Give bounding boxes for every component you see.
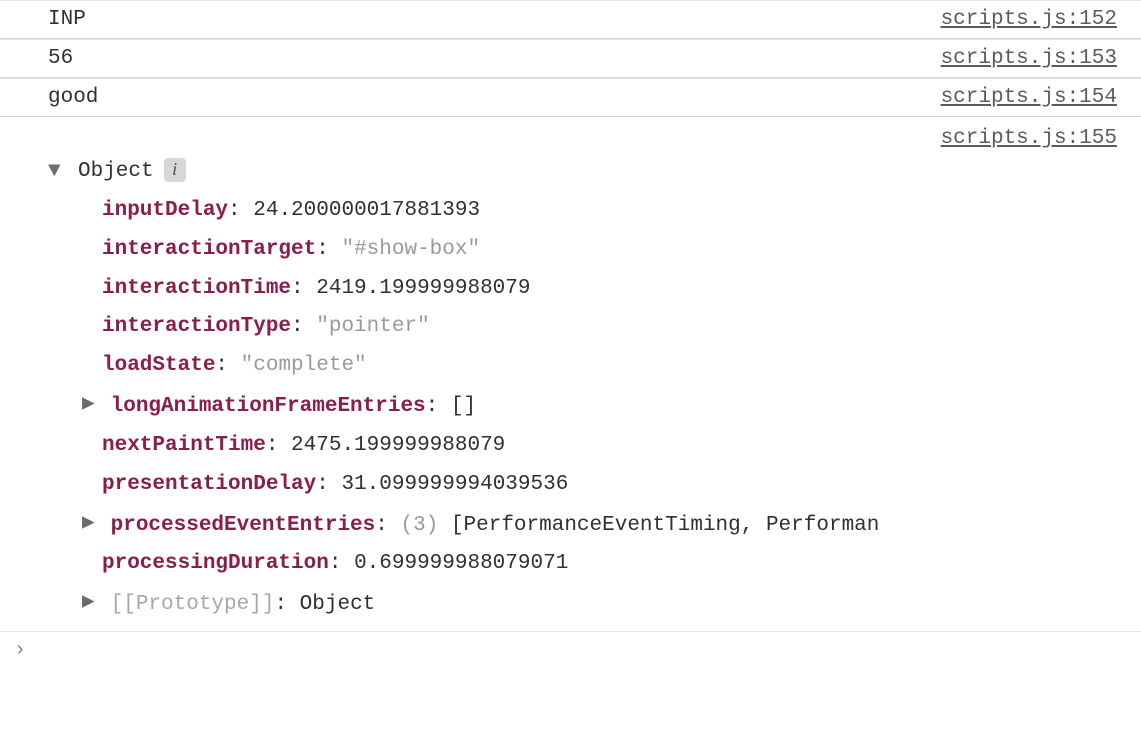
- log-text: good: [48, 86, 98, 109]
- console-row: good scripts.js:154: [0, 78, 1141, 117]
- prop-row[interactable]: nextPaintTime: 2475.199999988079: [102, 427, 1117, 466]
- info-icon[interactable]: i: [164, 158, 186, 182]
- console-row: 56 scripts.js:153: [0, 39, 1141, 78]
- object-label[interactable]: Object: [78, 153, 154, 192]
- prop-row[interactable]: ▶ [[Prototype]]: Object: [102, 584, 1117, 625]
- source-link[interactable]: scripts.js:153: [941, 47, 1117, 70]
- prop-row[interactable]: interactionTarget: "#show-box": [102, 231, 1117, 270]
- source-link[interactable]: scripts.js:154: [941, 86, 1117, 109]
- log-text: INP: [48, 8, 86, 31]
- prop-row[interactable]: interactionTime: 2419.199999988079: [102, 270, 1117, 309]
- prop-row[interactable]: ▶ longAnimationFrameEntries: []: [102, 386, 1117, 427]
- console-prompt[interactable]: ›: [0, 632, 1141, 668]
- prompt-icon: ›: [14, 639, 26, 662]
- console-object-row: scripts.js:155 ▼ Object i inputDelay: 24…: [0, 117, 1141, 632]
- prop-row[interactable]: loadState: "complete": [102, 347, 1117, 386]
- object-props: inputDelay: 24.200000017881393 interacti…: [48, 192, 1117, 625]
- log-text: 56: [48, 47, 73, 70]
- caret-down-icon[interactable]: ▼: [48, 153, 68, 192]
- source-link[interactable]: scripts.js:152: [941, 8, 1117, 31]
- source-link[interactable]: scripts.js:155: [941, 127, 1117, 150]
- caret-right-icon[interactable]: ▶: [82, 584, 98, 623]
- prop-row[interactable]: processingDuration: 0.699999988079071: [102, 545, 1117, 584]
- prop-row[interactable]: inputDelay: 24.200000017881393: [102, 192, 1117, 231]
- prop-row[interactable]: interactionType: "pointer": [102, 308, 1117, 347]
- prop-row[interactable]: ▶ processedEventEntries: (3) [Performanc…: [102, 505, 1117, 546]
- console-row: INP scripts.js:152: [0, 0, 1141, 39]
- caret-right-icon[interactable]: ▶: [82, 505, 98, 544]
- caret-right-icon[interactable]: ▶: [82, 386, 98, 425]
- prop-row[interactable]: presentationDelay: 31.099999994039536: [102, 466, 1117, 505]
